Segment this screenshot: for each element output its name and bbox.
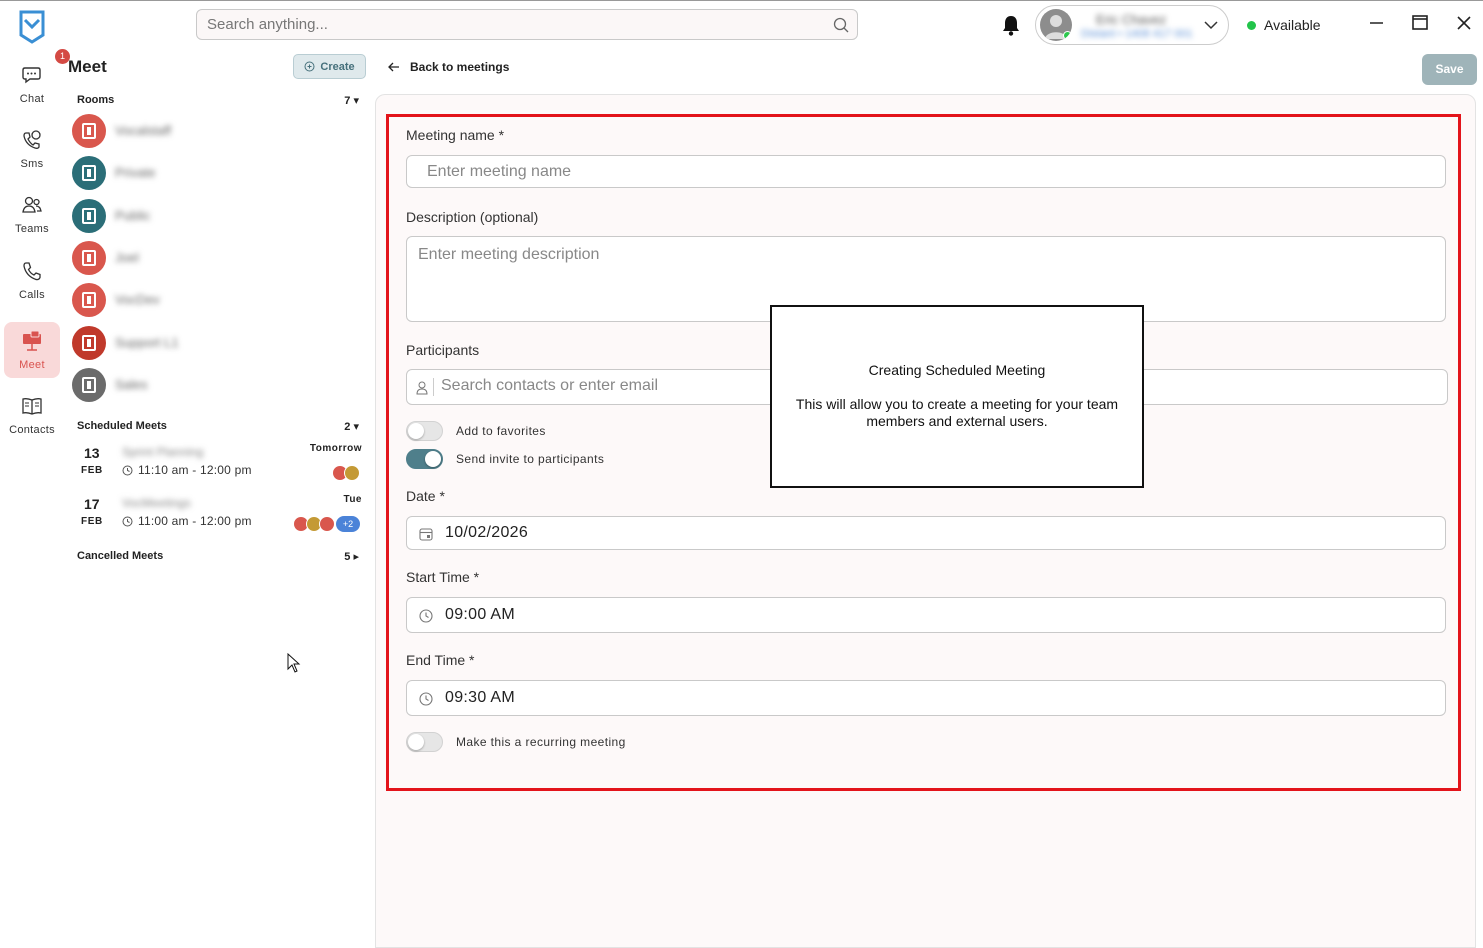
participant-avatar: [319, 516, 335, 532]
info-tooltip-box: Creating Scheduled Meeting This will all…: [770, 305, 1144, 488]
room-avatar: [72, 114, 106, 148]
scheduled-header[interactable]: Scheduled Meets 2 ▾: [77, 420, 359, 433]
teams-icon: [22, 196, 42, 213]
create-button[interactable]: Create: [293, 54, 366, 79]
clock-icon: [122, 465, 133, 475]
room-avatar: [72, 283, 106, 317]
recurring-label: Make this a recurring meeting: [456, 735, 626, 749]
participants-label: Participants: [406, 342, 480, 358]
sidebar-title: Meet: [68, 57, 107, 76]
cancelled-header[interactable]: Cancelled Meets 5 ▸: [77, 550, 359, 563]
cancelled-count[interactable]: 5 ▸: [344, 550, 359, 563]
rail-item-chat[interactable]: Chat: [4, 56, 60, 112]
mouse-cursor-icon: [287, 653, 301, 673]
extra-participants-badge: +2: [336, 516, 360, 532]
rail-item-sms[interactable]: Sms: [4, 121, 60, 177]
date-label: Date *: [406, 488, 445, 504]
status-dot: [1247, 20, 1256, 30]
contacts-icon: [22, 398, 42, 415]
info-body: This will allow you to create a meeting …: [795, 396, 1119, 429]
sms-icon: [23, 130, 41, 149]
clock-icon: [122, 516, 133, 526]
user-menu[interactable]: Eric Chavez Distant • 1408 417 001: [1035, 5, 1229, 45]
app-window: Eric Chavez Distant • 1408 417 001 Avail…: [0, 0, 1483, 948]
nav-rail: Chat Sms Teams Calls Meet Contacts: [0, 48, 62, 948]
recurring-toggle[interactable]: [406, 732, 443, 752]
start-time-label: Start Time *: [406, 569, 480, 585]
participant-avatar: [344, 465, 360, 481]
online-dot: [1063, 31, 1072, 40]
room-item[interactable]: Support L1: [72, 326, 352, 362]
door-icon: [82, 335, 96, 351]
room-avatar: [72, 156, 106, 190]
scheduled-meet-item[interactable]: 17 FEB VocMeetings 11:00 am - 12:00 pm T…: [77, 494, 362, 540]
scheduled-meet-item[interactable]: 13 FEB Sprint Planning 11:10 am - 12:00 …: [77, 443, 362, 489]
room-item[interactable]: Sales: [72, 368, 352, 404]
user-name: Eric Chavez: [1096, 12, 1167, 27]
info-title: Creating Scheduled Meeting: [868, 362, 1046, 378]
favorites-toggle[interactable]: [406, 421, 443, 441]
clock-icon[interactable]: [419, 692, 433, 706]
door-icon: [82, 377, 96, 393]
meeting-name-input[interactable]: Enter meeting name: [406, 155, 1446, 188]
description-label: Description (optional): [406, 209, 539, 225]
room-item[interactable]: VocDev: [72, 283, 352, 319]
avatar: [1040, 9, 1072, 41]
save-button[interactable]: Save: [1422, 54, 1477, 85]
room-avatar: [72, 199, 106, 233]
user-subtitle: Distant • 1408 417 001: [1081, 28, 1193, 40]
room-avatar: [72, 241, 106, 275]
start-time-input[interactable]: 09:00 AM: [406, 597, 1446, 633]
back-to-meetings-link[interactable]: Back to meetings: [388, 60, 509, 74]
date-input[interactable]: 10/02/2026: [406, 516, 1446, 550]
close-icon[interactable]: [1454, 13, 1474, 33]
room-item[interactable]: Private: [72, 156, 352, 192]
plus-circle-icon: [304, 61, 315, 72]
search-bar[interactable]: [196, 9, 858, 40]
top-bar: Eric Chavez Distant • 1408 417 001 Avail…: [0, 0, 1483, 48]
phone-icon: [23, 262, 41, 281]
send-invite-toggle[interactable]: [406, 449, 443, 469]
rail-item-calls[interactable]: Calls: [4, 252, 60, 308]
door-icon: [82, 123, 96, 139]
chat-icon: [22, 67, 41, 84]
person-icon: [416, 381, 428, 395]
input-divider: [433, 378, 434, 396]
rail-item-teams[interactable]: Teams: [4, 186, 60, 242]
room-item[interactable]: Joel: [72, 241, 352, 277]
scheduled-count[interactable]: 2 ▾: [344, 420, 359, 433]
send-invite-label: Send invite to participants: [456, 452, 605, 466]
clock-icon[interactable]: [419, 609, 433, 623]
rooms-count[interactable]: 7 ▾: [344, 94, 359, 107]
search-input[interactable]: [197, 10, 797, 39]
end-time-input[interactable]: 09:30 AM: [406, 680, 1446, 716]
door-icon: [82, 250, 96, 266]
end-time-label: End Time *: [406, 652, 475, 668]
room-avatar: [72, 368, 106, 402]
minimize-icon[interactable]: [1366, 13, 1386, 33]
rail-item-contacts[interactable]: Contacts: [4, 387, 60, 443]
rail-item-meet[interactable]: Meet: [4, 322, 60, 378]
favorites-label: Add to favorites: [456, 424, 546, 438]
room-avatar: [72, 326, 106, 360]
presence-status[interactable]: Available: [1247, 17, 1321, 33]
calendar-icon[interactable]: [419, 527, 433, 541]
arrow-left-icon: [388, 62, 399, 72]
door-icon: [82, 165, 96, 181]
room-item[interactable]: Vocalstaff: [72, 114, 352, 150]
app-logo: [19, 10, 45, 44]
door-icon: [82, 292, 96, 308]
status-label: Available: [1264, 17, 1321, 33]
meet-sidebar: 1 Meet Create Rooms 7 ▾ Vocalstaff Priva…: [55, 48, 375, 948]
search-icon[interactable]: [833, 17, 849, 33]
room-item[interactable]: Public: [72, 199, 352, 235]
notification-bell-icon[interactable]: [1001, 14, 1021, 36]
meet-icon: [23, 330, 41, 351]
chevron-down-icon[interactable]: [1204, 18, 1218, 32]
meeting-name-label: Meeting name *: [406, 127, 505, 143]
door-icon: [82, 208, 96, 224]
rooms-header[interactable]: Rooms 7 ▾: [77, 94, 359, 107]
maximize-icon[interactable]: [1410, 13, 1430, 33]
